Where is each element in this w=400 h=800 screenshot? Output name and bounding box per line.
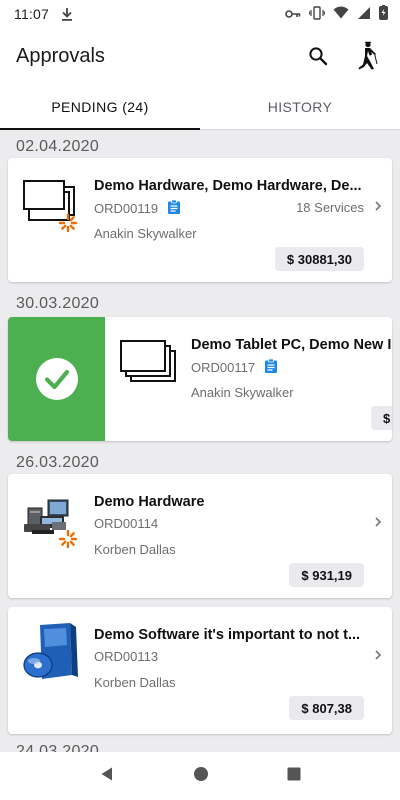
date-header: 30.03.2020 <box>16 295 100 312</box>
software-box-icon <box>22 621 82 681</box>
recents-square-icon <box>287 767 301 780</box>
home-button[interactable] <box>193 766 209 787</box>
price-badge: $ 30881,30 <box>274 247 364 271</box>
price-badge: $ 807,38 <box>289 696 364 720</box>
date-header: 02.04.2020 <box>16 138 100 155</box>
app-bar: Approvals <box>0 28 400 84</box>
back-triangle-icon <box>101 767 112 780</box>
order-number: ORD00114 <box>94 516 159 531</box>
battery-icon <box>378 5 388 23</box>
order-number: ORD00117 <box>191 360 256 375</box>
wifi-icon <box>333 6 349 22</box>
home-circle-icon <box>194 766 208 781</box>
vibrate-icon <box>308 5 326 23</box>
swiped-approval-card[interactable]: Demo Tablet PC, Demo New I ORD00117 Anak… <box>8 317 392 441</box>
search-button[interactable] <box>302 40 334 72</box>
stacked-monitors-icon <box>22 178 82 238</box>
price-badge: $ 931,19 <box>289 563 364 587</box>
back-button[interactable] <box>99 766 115 787</box>
services-count: 18 Services <box>296 200 364 215</box>
card-title: Demo Tablet PC, Demo New I <box>191 337 392 353</box>
date-header: 24.03.2020 <box>16 743 100 752</box>
signal-icon <box>357 6 371 23</box>
requester-name: Anakin Skywalker <box>94 226 197 241</box>
card-title: Demo Hardware, Demo Hardware, De... <box>94 178 362 194</box>
approval-card[interactable]: Demo Tablet PC, Demo New I ORD00117 Anak… <box>105 317 392 441</box>
approval-card[interactable]: Demo Software it's important to not t...… <box>8 607 392 734</box>
clipboard-doc-icon[interactable] <box>265 358 278 376</box>
order-number-row: ORD00119 <box>94 199 181 217</box>
stacked-tablets-icon <box>119 337 179 397</box>
status-time: 11:07 <box>14 6 49 22</box>
recents-button[interactable] <box>287 767 301 786</box>
price-badge: $ <box>371 406 392 430</box>
tab-history[interactable]: HISTORY <box>200 84 400 129</box>
requester-name: Anakin Skywalker <box>191 385 294 400</box>
hardware-photo-icon <box>22 494 82 554</box>
striding-man-logo-icon <box>358 41 378 70</box>
card-title: Demo Hardware <box>94 494 205 510</box>
system-nav-bar <box>0 752 400 800</box>
tab-pending[interactable]: PENDING (24) <box>0 84 200 130</box>
search-icon <box>309 47 328 66</box>
order-number: ORD00119 <box>94 201 159 216</box>
requester-name: Korben Dallas <box>94 675 176 690</box>
profile-avatar-button[interactable] <box>352 40 384 72</box>
status-bar: 11:07 <box>0 0 400 28</box>
page-title: Approvals <box>16 44 105 67</box>
chevron-right-icon <box>375 517 382 527</box>
requester-name: Korben Dallas <box>94 542 176 557</box>
vpn-key-icon <box>285 6 301 22</box>
card-title: Demo Software it's important to not t... <box>94 627 361 643</box>
order-number: ORD00113 <box>94 649 159 664</box>
download-icon <box>61 7 73 21</box>
check-circle-icon <box>35 358 78 400</box>
tab-bar: PENDING (24) HISTORY <box>0 84 400 130</box>
order-number-row: ORD00117 <box>191 358 278 376</box>
approve-swipe-action[interactable] <box>8 317 105 441</box>
date-header: 26.03.2020 <box>16 454 100 471</box>
approvals-list[interactable]: 02.04.2020 Demo Hardware, Demo Hardware,… <box>0 130 400 752</box>
approval-card[interactable]: Demo Hardware ORD00114 Korben Dallas $ 9… <box>8 474 392 598</box>
clipboard-doc-icon[interactable] <box>168 199 181 217</box>
approval-card[interactable]: Demo Hardware, Demo Hardware, De... ORD0… <box>8 158 392 282</box>
chevron-right-icon <box>375 201 382 211</box>
chevron-right-icon <box>375 650 382 660</box>
